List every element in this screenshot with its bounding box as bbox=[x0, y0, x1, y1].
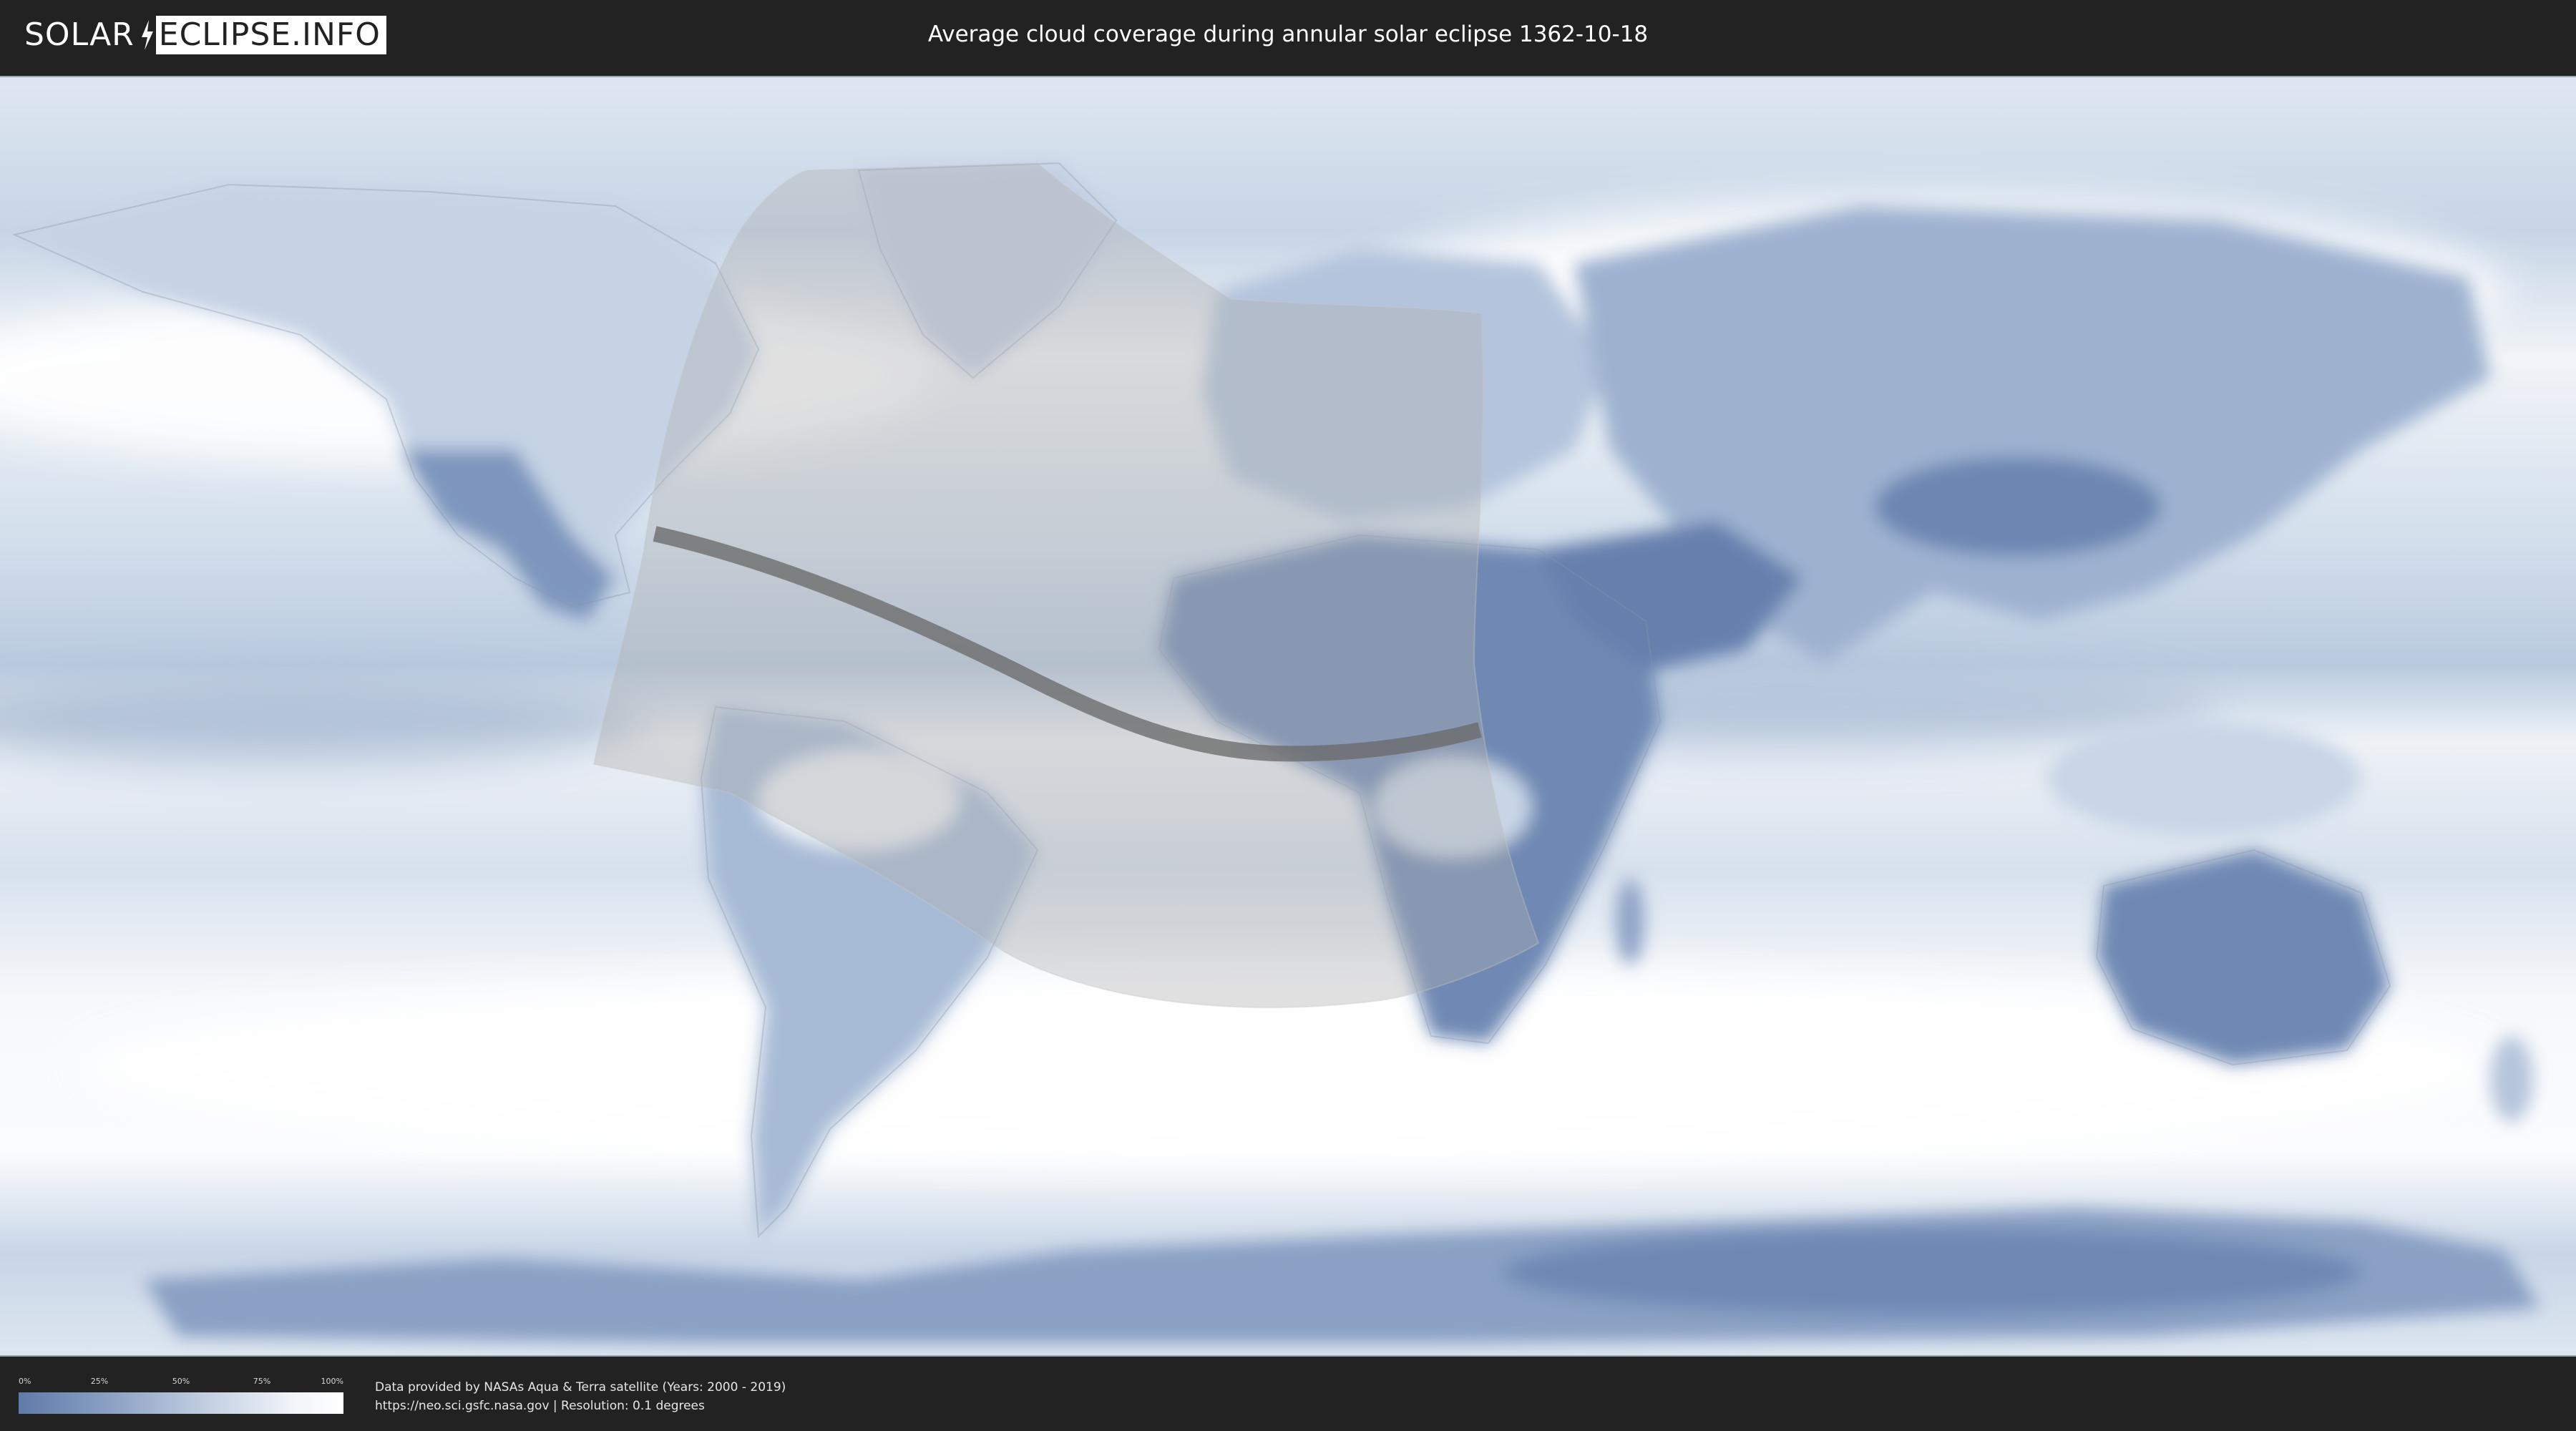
cloud-coverage-map[interactable] bbox=[0, 76, 2576, 1357]
legend-tick-25: 25% bbox=[90, 1377, 109, 1386]
legend-tick-75: 75% bbox=[253, 1377, 271, 1386]
credits-source: Data provided by NASAs Aqua & Terra sate… bbox=[375, 1380, 786, 1395]
cloud-coverage-legend: 0% 25% 50% 75% 100% bbox=[19, 1377, 343, 1427]
new-zealand bbox=[2490, 1036, 2533, 1122]
page-title: Average cloud coverage during annular so… bbox=[927, 21, 1649, 47]
credits-url[interactable]: https://neo.sci.gsfc.nasa.gov | Resoluti… bbox=[375, 1397, 786, 1415]
central-asia-clear bbox=[1875, 456, 2161, 557]
footer: 0% 25% 50% 75% 100% Data provided by NAS… bbox=[0, 1357, 2576, 1431]
world-map bbox=[0, 77, 2576, 1355]
legend-color-bar bbox=[19, 1392, 343, 1414]
legend-tick-0: 0% bbox=[19, 1377, 31, 1386]
southeast-asia bbox=[2046, 721, 2361, 836]
legend-tick-100: 100% bbox=[321, 1377, 343, 1386]
legend-ticks: 0% 25% 50% 75% 100% bbox=[19, 1377, 343, 1392]
antarctica-clear bbox=[1503, 1229, 2361, 1315]
legend-tick-50: 50% bbox=[172, 1377, 190, 1386]
page: SOLAR ECLIPSE.INFO Average cloud coverag… bbox=[0, 0, 2576, 1431]
madagascar bbox=[1616, 879, 1644, 964]
top-bar: SOLAR ECLIPSE.INFO Average cloud coverag… bbox=[0, 0, 2576, 72]
data-credits: Data provided by NASAs Aqua & Terra sate… bbox=[375, 1378, 786, 1415]
